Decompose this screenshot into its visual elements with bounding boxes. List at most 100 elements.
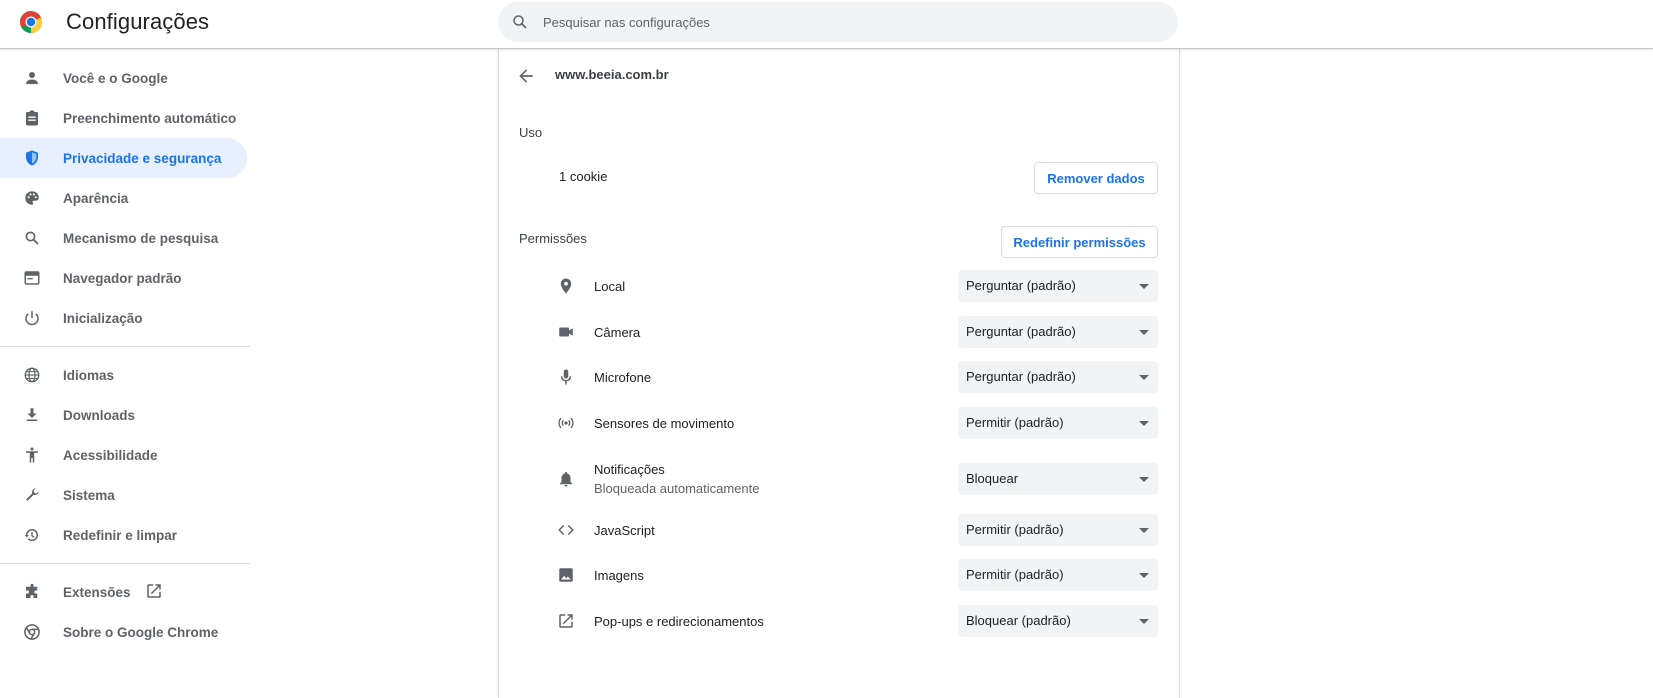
sidebar-divider: [0, 346, 250, 347]
site-details-card: www.beeia.com.br Uso 1 cookie Remover da…: [498, 48, 1180, 698]
permission-label: Notificações: [594, 462, 665, 477]
sidebar-item-label: Sistema: [63, 487, 115, 503]
permission-label: Sensores de movimento: [594, 416, 735, 431]
sidebar-item-search-engine[interactable]: Mecanismo de pesquisa: [0, 218, 247, 258]
select-value: Permitir (padrão): [966, 415, 1064, 430]
sidebar-item-accessibility[interactable]: Acessibilidade: [0, 435, 247, 475]
page-title: Configurações: [66, 9, 210, 34]
globe-icon: [24, 367, 40, 383]
javascript-select[interactable]: Permitir (padrão): [958, 514, 1158, 546]
chevron-down-icon: [1139, 375, 1149, 380]
remove-data-button[interactable]: Remover dados: [1034, 162, 1158, 194]
history-icon: [24, 529, 38, 542]
chevron-down-icon: [1139, 528, 1149, 533]
sidebar-item-appearance[interactable]: Aparência: [0, 178, 247, 218]
notifications-select[interactable]: Bloquear: [958, 463, 1158, 495]
search-icon: [513, 15, 527, 29]
sidebar-item-label: Navegador padrão: [63, 270, 182, 286]
sidebar-item-default-browser[interactable]: Navegador padrão: [0, 258, 247, 298]
chevron-down-icon: [1139, 573, 1149, 578]
chrome-icon: [24, 624, 40, 640]
motion-sensors-select[interactable]: Permitir (padrão): [958, 407, 1158, 439]
open-external-icon: [559, 614, 573, 628]
download-icon: [26, 408, 38, 421]
images-select[interactable]: Permitir (padrão): [958, 559, 1158, 591]
select-value: Bloquear (padrão): [966, 613, 1071, 628]
permission-row-microphone: Microfone Perguntar (padrão): [499, 357, 1179, 397]
clipboard-icon: [26, 110, 38, 126]
chrome-logo-icon: [20, 11, 42, 33]
browser-window-icon: [24, 271, 40, 285]
bell-icon: [560, 471, 572, 487]
permission-row-camera: Câmera Perguntar (padrão): [499, 312, 1179, 352]
code-icon: [558, 524, 574, 536]
sidebar-item-reset[interactable]: Redefinir e limpar: [0, 515, 247, 555]
sidebar-item-label: Redefinir e limpar: [63, 527, 178, 543]
camera-select[interactable]: Perguntar (padrão): [958, 316, 1158, 348]
select-value: Permitir (padrão): [966, 522, 1064, 537]
sidebar: Você e o Google Preenchimento automático…: [0, 58, 250, 652]
chevron-down-icon: [1139, 477, 1149, 482]
sidebar-item-label: Você e o Google: [63, 70, 168, 86]
sidebar-item-languages[interactable]: Idiomas: [0, 355, 247, 395]
select-value: Perguntar (padrão): [966, 369, 1076, 384]
puzzle-icon: [26, 583, 38, 598]
sidebar-item-startup[interactable]: Inicialização: [0, 298, 247, 338]
permission-row-location: Local Perguntar (padrão): [499, 266, 1179, 306]
permission-row-motion-sensors: Sensores de movimento Permitir (padrão): [499, 403, 1179, 443]
select-value: Bloquear: [966, 471, 1019, 486]
site-title: www.beeia.com.br: [555, 67, 669, 82]
chevron-down-icon: [1139, 421, 1149, 426]
palette-icon: [25, 191, 39, 205]
power-icon: [25, 311, 39, 326]
chevron-down-icon: [1139, 619, 1149, 624]
sidebar-item-label: Preenchimento automático: [63, 110, 237, 126]
permission-row-notifications: Notificações Bloqueada automaticamente B…: [499, 459, 1179, 499]
location-select[interactable]: Perguntar (padrão): [958, 270, 1158, 302]
select-value: Perguntar (padrão): [966, 278, 1076, 293]
sidebar-item-you-and-google[interactable]: Você e o Google: [0, 58, 247, 98]
sidebar-item-label: Privacidade e segurança: [63, 150, 222, 166]
wrench-icon: [26, 488, 39, 501]
location-pin-icon: [560, 278, 572, 294]
image-icon: [559, 568, 573, 582]
sidebar-item-label: Aparência: [63, 190, 129, 206]
permission-label: Imagens: [594, 568, 644, 583]
permission-label: JavaScript: [594, 523, 655, 538]
search-icon: [25, 231, 39, 245]
sidebar-item-downloads[interactable]: Downloads: [0, 395, 247, 435]
microphone-icon: [560, 369, 572, 385]
select-value: Perguntar (padrão): [966, 324, 1076, 339]
sidebar-item-label: Acessibilidade: [63, 447, 158, 463]
sidebar-item-label: Extensões: [63, 584, 131, 600]
camera-icon: [559, 327, 573, 337]
sidebar-item-privacy[interactable]: Privacidade e segurança: [0, 138, 247, 178]
sidebar-item-autofill[interactable]: Preenchimento automático: [0, 98, 247, 138]
reset-permissions-button[interactable]: Redefinir permissões: [1001, 226, 1158, 258]
permission-label: Câmera: [594, 325, 641, 340]
sidebar-item-label: Sobre o Google Chrome: [63, 624, 219, 640]
back-arrow-icon[interactable]: [516, 66, 536, 86]
sidebar-item-system[interactable]: Sistema: [0, 475, 247, 515]
permissions-label: Permissões: [519, 231, 587, 246]
chevron-down-icon: [1139, 284, 1149, 289]
search-input[interactable]: [543, 2, 1143, 42]
permission-label: Pop-ups e redirecionamentos: [594, 614, 764, 629]
microphone-select[interactable]: Perguntar (padrão): [958, 361, 1158, 393]
permission-row-images: Imagens Permitir (padrão): [499, 555, 1179, 595]
top-bar: Configurações: [0, 0, 1653, 49]
motion-sensor-icon: [558, 417, 574, 429]
search-box[interactable]: [498, 2, 1178, 42]
sidebar-item-extensions[interactable]: Extensões: [0, 572, 247, 612]
usage-label: Uso: [519, 125, 543, 140]
chevron-down-icon: [1139, 330, 1149, 335]
popups-select[interactable]: Bloquear (padrão): [958, 605, 1158, 637]
sidebar-divider: [0, 563, 250, 564]
sidebar-item-label: Mecanismo de pesquisa: [63, 230, 219, 246]
sidebar-item-label: Idiomas: [63, 367, 115, 383]
sidebar-item-about-chrome[interactable]: Sobre o Google Chrome: [0, 612, 247, 652]
open-in-new-icon: [147, 584, 161, 598]
permission-sublabel: Bloqueada automaticamente: [594, 481, 760, 496]
accessibility-icon: [26, 447, 38, 463]
permission-row-javascript: JavaScript Permitir (padrão): [499, 510, 1179, 550]
